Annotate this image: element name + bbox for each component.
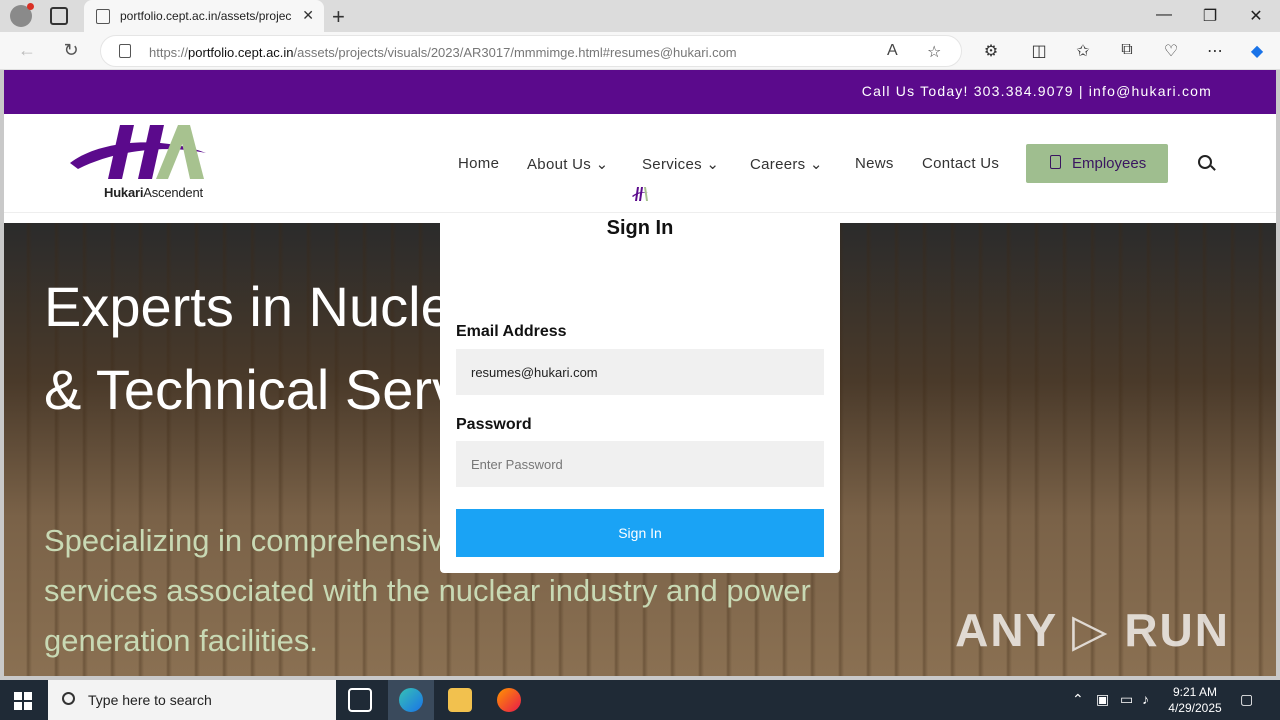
windows-taskbar: Type here to search ⌃ ▣ ▭ ♪ 9:21 AM 4/29… <box>0 680 1280 720</box>
back-icon[interactable]: ← <box>16 40 38 61</box>
email-label: Email Address <box>456 323 567 340</box>
refresh-icon[interactable]: ↻ <box>60 40 82 61</box>
minimize-window-icon[interactable]: — <box>1154 6 1174 24</box>
profile-avatar-icon[interactable] <box>10 3 34 27</box>
firefox-icon[interactable] <box>497 688 521 712</box>
tray-chevron-up-icon[interactable]: ⌃ <box>1072 691 1084 708</box>
clock-time: 9:21 AM <box>1172 685 1218 699</box>
nav-services-label: Services <box>642 156 702 173</box>
tab-title: portfolio.cept.ac.in/assets/projec <box>120 9 292 23</box>
signin-modal: Sign In Email Address Password Sign In <box>440 187 840 573</box>
favorite-star-icon[interactable]: ☆ <box>927 42 941 62</box>
company-logo[interactable]: HukariAscendent <box>68 123 208 205</box>
collections-icon[interactable]: ⧉ <box>1116 41 1138 59</box>
file-explorer-icon[interactable] <box>448 688 472 712</box>
more-menu-icon[interactable]: ⋯ <box>1204 41 1226 61</box>
lock-icon <box>1050 155 1061 169</box>
contact-info[interactable]: Call Us Today! 303.384.9079 | info@hukar… <box>862 83 1212 99</box>
browser-toolbar: ← ↻ https://portfolio.cept.ac.in/assets/… <box>0 32 1280 70</box>
nav-about-us[interactable]: About Us ⌄ <box>527 155 608 173</box>
restore-window-icon[interactable]: ❐ <box>1200 6 1220 26</box>
logo-text: HukariAscendent <box>104 185 203 200</box>
extensions-icon[interactable]: ⚙ <box>980 41 1002 61</box>
anyrun-watermark: ANY ▷ RUN <box>955 604 1230 656</box>
address-bar[interactable]: https://portfolio.cept.ac.in/assets/proj… <box>100 35 962 67</box>
search-icon <box>62 692 75 705</box>
tab-close-icon[interactable]: ✕ <box>302 7 314 24</box>
edge-browser-icon[interactable] <box>399 688 423 712</box>
page-favicon-icon <box>96 9 110 24</box>
email-field[interactable] <box>456 349 824 395</box>
browser-tab-strip: portfolio.cept.ac.in/assets/projec ✕ + —… <box>0 0 1280 32</box>
task-view-icon[interactable] <box>348 688 372 712</box>
signin-title: Sign In <box>606 217 674 239</box>
tab-actions-icon[interactable] <box>50 7 68 25</box>
tray-display-icon[interactable]: ▭ <box>1120 691 1133 708</box>
favorites-icon[interactable]: ✩ <box>1072 41 1094 61</box>
lock-icon[interactable] <box>119 44 131 58</box>
taskbar-clock[interactable]: 9:21 AM 4/29/2025 <box>1160 684 1230 716</box>
taskbar-search-box[interactable]: Type here to search <box>48 680 336 720</box>
taskbar-search-text: Type here to search <box>88 692 212 708</box>
chevron-down-icon: ⌄ <box>706 156 720 173</box>
nav-about-label: About Us <box>527 156 592 173</box>
signin-button[interactable]: Sign In <box>456 509 824 557</box>
search-icon[interactable] <box>1198 155 1212 169</box>
tray-volume-icon[interactable]: ♪ <box>1142 691 1149 707</box>
password-label: Password <box>456 416 532 433</box>
web-page: Call Us Today! 303.384.9079 | info@hukar… <box>4 70 1276 676</box>
nav-services[interactable]: Services ⌄ <box>642 155 719 173</box>
chevron-down-icon: ⌄ <box>809 156 823 173</box>
signin-logo-icon <box>632 187 648 201</box>
nav-careers-label: Careers <box>750 156 806 173</box>
clock-date: 4/29/2025 <box>1168 701 1222 715</box>
nav-home[interactable]: Home <box>458 155 499 172</box>
close-window-icon[interactable]: ✕ <box>1246 6 1266 26</box>
notifications-icon[interactable]: ▢ <box>1240 691 1253 708</box>
read-aloud-icon[interactable]: A <box>887 42 898 60</box>
top-contact-bar: Call Us Today! 303.384.9079 | info@hukar… <box>4 70 1276 114</box>
nav-news[interactable]: News <box>855 155 894 172</box>
split-screen-icon[interactable]: ◫ <box>1028 41 1050 61</box>
browser-essentials-icon[interactable]: ♡ <box>1160 41 1182 61</box>
nav-careers[interactable]: Careers ⌄ <box>750 155 823 173</box>
logo-mark-icon <box>70 125 206 179</box>
windows-start-icon[interactable] <box>14 692 32 710</box>
browser-tab-active[interactable]: portfolio.cept.ac.in/assets/projec ✕ <box>84 0 324 32</box>
new-tab-button[interactable]: + <box>332 4 345 30</box>
employees-label: Employees <box>1072 155 1147 172</box>
employees-button[interactable]: Employees <box>1026 144 1168 183</box>
address-url[interactable]: https://portfolio.cept.ac.in/assets/proj… <box>149 45 737 60</box>
copilot-icon[interactable]: ◆ <box>1246 41 1268 61</box>
chevron-down-icon: ⌄ <box>595 156 609 173</box>
tray-network-icon[interactable]: ▣ <box>1096 691 1109 708</box>
password-field[interactable] <box>456 441 824 487</box>
nav-contact-us[interactable]: Contact Us <box>922 155 999 172</box>
